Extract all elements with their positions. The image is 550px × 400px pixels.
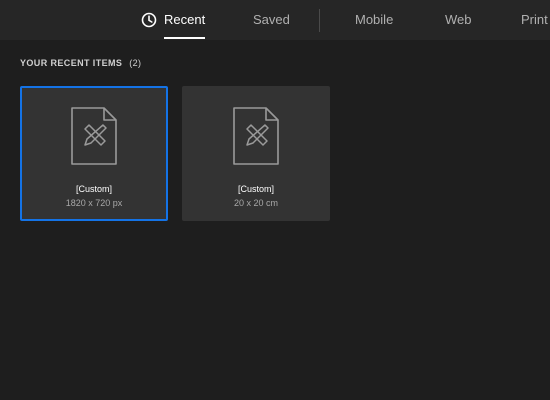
- item-size: 1820 x 720 px: [65, 198, 123, 208]
- item-name: [Custom]: [237, 184, 274, 194]
- tab-web-label: Web: [445, 12, 472, 27]
- active-tab-underline: [164, 37, 206, 39]
- tab-recent-label: Recent: [164, 12, 206, 27]
- item-name: [Custom]: [75, 184, 112, 194]
- top-navigation-bar: Recent Saved Mobile Web Print: [0, 0, 550, 40]
- section-item-count: (2): [129, 58, 142, 68]
- clock-icon: [141, 12, 157, 28]
- tab-mobile-label: Mobile: [355, 12, 394, 27]
- tab-divider: [319, 9, 320, 32]
- tab-print-label: Print: [521, 12, 548, 27]
- item-size: 20 x 20 cm: [233, 198, 279, 208]
- tab-mobile[interactable]: Mobile: [355, 0, 393, 40]
- tab-print[interactable]: Print: [521, 0, 548, 40]
- recent-item-card[interactable]: [Custom] 20 x 20 cm: [182, 86, 330, 221]
- recent-item-card[interactable]: [Custom] 1820 x 720 px: [20, 86, 168, 221]
- tab-saved[interactable]: Saved: [253, 0, 290, 40]
- tab-saved-label: Saved: [253, 12, 290, 27]
- document-design-icon: [71, 107, 117, 165]
- document-design-icon: [233, 107, 279, 165]
- tab-web[interactable]: Web: [445, 0, 472, 40]
- section-title: YOUR RECENT ITEMS (2): [20, 58, 141, 68]
- tab-recent[interactable]: Recent: [141, 0, 206, 40]
- section-title-text: YOUR RECENT ITEMS: [20, 58, 123, 68]
